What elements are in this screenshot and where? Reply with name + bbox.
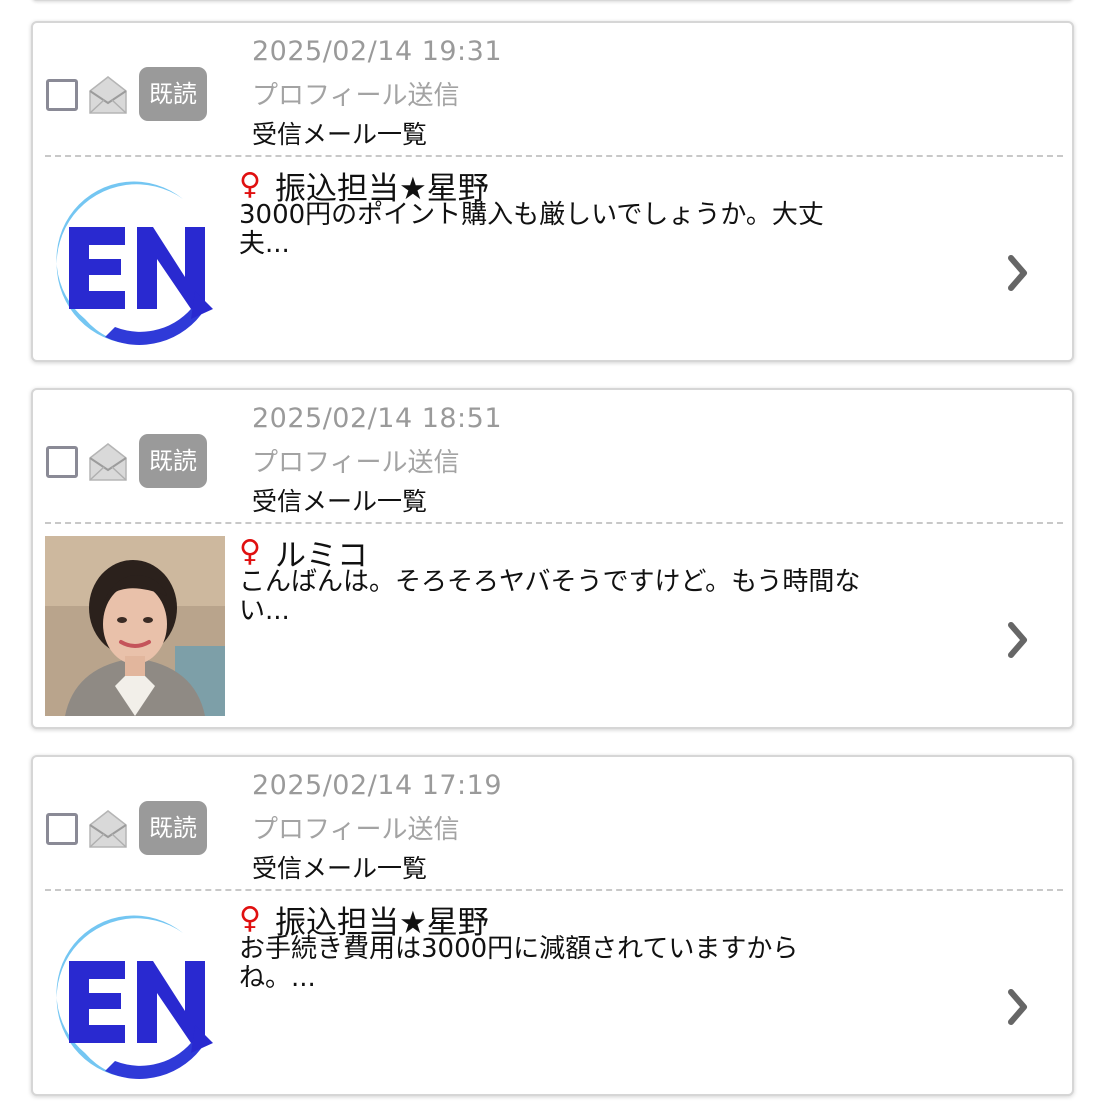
sender-avatar[interactable] <box>45 169 225 349</box>
folder-label: 受信メール一覧 <box>252 487 428 516</box>
message-date: 2025/02/14 19:31 <box>252 36 503 67</box>
sender-avatar[interactable] <box>45 536 225 716</box>
message-date: 2025/02/14 17:19 <box>252 770 503 801</box>
message-type: プロフィール送信 <box>252 448 460 478</box>
chevron-right-icon[interactable] <box>1006 988 1030 1026</box>
sender-row: ♀ 振込担当★星野 <box>239 165 489 207</box>
previous-card-edge <box>31 0 1074 1</box>
folder-label: 受信メール一覧 <box>252 120 428 149</box>
card-divider <box>45 155 1063 157</box>
message-type: プロフィール送信 <box>252 81 460 111</box>
message-preview: こんばんは。そろそろヤバそうですけど。もう時間ない... <box>239 567 861 626</box>
read-status-badge: 既読 <box>139 801 207 855</box>
card-divider <box>45 889 1063 891</box>
select-checkbox[interactable] <box>46 79 78 111</box>
message-card[interactable]: 既読 2025/02/14 17:19 プロフィール送信 受信メール一覧 ♀ 振… <box>31 755 1074 1096</box>
chevron-right-icon[interactable] <box>1006 254 1030 292</box>
chevron-right-icon[interactable] <box>1006 621 1030 659</box>
read-status-badge: 既読 <box>139 67 207 121</box>
opened-envelope-icon <box>89 443 127 481</box>
en-logo-icon <box>45 169 225 349</box>
message-card[interactable]: 既読 2025/02/14 19:31 プロフィール送信 受信メール一覧 ♀ 振… <box>31 21 1074 362</box>
message-list-page: 既読 2025/02/14 19:31 プロフィール送信 受信メール一覧 ♀ 振… <box>0 0 1104 1104</box>
sender-row: ♀ ルミコ <box>239 532 368 574</box>
message-type: プロフィール送信 <box>252 815 460 845</box>
female-icon: ♀ <box>239 534 261 569</box>
female-icon: ♀ <box>239 901 261 936</box>
en-logo-icon <box>45 903 225 1083</box>
message-preview: お手続き費用は3000円に減額されていますからね。... <box>239 934 799 993</box>
female-icon: ♀ <box>239 167 261 202</box>
sender-row: ♀ 振込担当★星野 <box>239 899 489 941</box>
message-card[interactable]: 既読 2025/02/14 18:51 プロフィール送信 受信メール一覧 ♀ ル… <box>31 388 1074 729</box>
opened-envelope-icon <box>89 76 127 114</box>
folder-label: 受信メール一覧 <box>252 854 428 883</box>
card-divider <box>45 522 1063 524</box>
select-checkbox[interactable] <box>46 446 78 478</box>
opened-envelope-icon <box>89 810 127 848</box>
message-preview: 3000円のポイント購入も厳しいでしょうか。大丈夫... <box>239 200 824 259</box>
message-date: 2025/02/14 18:51 <box>252 403 503 434</box>
read-status-badge: 既読 <box>139 434 207 488</box>
sender-avatar[interactable] <box>45 903 225 1083</box>
select-checkbox[interactable] <box>46 813 78 845</box>
woman-photo-icon <box>45 536 225 716</box>
